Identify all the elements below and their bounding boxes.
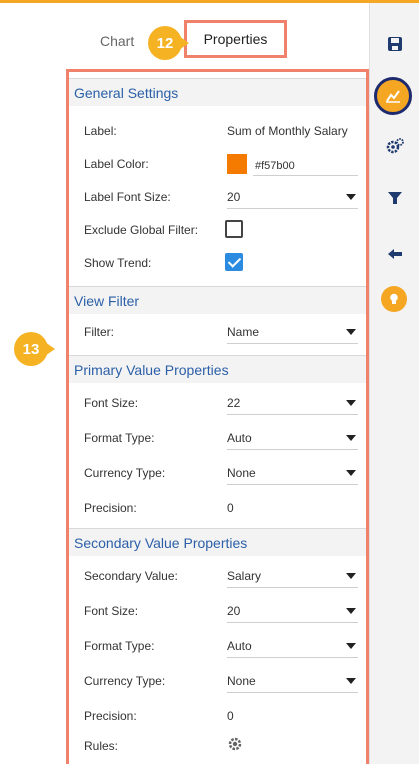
properties-panel: General Settings Label: Sum of Monthly S… [66,69,369,764]
row-secondary-format-type[interactable]: Format Type: Auto [69,630,366,663]
gear-icon[interactable] [227,736,243,757]
primary-format-type-select[interactable]: Auto [227,431,252,445]
row-secondary-currency-type[interactable]: Currency Type: None [69,665,366,698]
callout-badge-12: 12 [148,26,189,60]
primary-currency-type-text: Currency Type: [84,466,166,480]
tab-properties[interactable]: Properties [184,20,287,58]
tab-chart[interactable]: Chart [100,33,134,49]
label-text: Label: [84,124,117,138]
callout-12-text: 12 [156,34,174,52]
chevron-down-icon[interactable] [346,643,356,649]
select-underline [227,692,358,693]
row-show-trend: Show Trend: [69,247,366,280]
section-general-settings[interactable]: General Settings [69,78,366,106]
select-underline [227,622,358,623]
exclude-global-filter-text: Exclude Global Filter: [84,223,199,237]
secondary-format-type-text: Format Type: [84,639,155,653]
save-icon[interactable] [380,29,410,59]
settings-icon[interactable] [380,131,410,161]
callout-badge-13: 13 [14,332,55,366]
select-underline [227,414,358,415]
left-margin [0,3,66,764]
callout-13-text: 13 [22,340,40,358]
row-primary-currency-type[interactable]: Currency Type: None [69,457,366,490]
secondary-font-size-select[interactable]: 20 [227,604,240,618]
row-primary-format-type[interactable]: Format Type: Auto [69,422,366,455]
label-color-text: Label Color: [84,157,149,171]
label-color-swatch[interactable] [227,154,247,174]
secondary-precision-text: Precision: [84,709,137,723]
primary-precision-input[interactable]: 0 [227,501,234,515]
row-filter[interactable]: Filter: Name [69,316,366,349]
primary-format-type-text: Format Type: [84,431,155,445]
filter-icon[interactable] [380,183,410,213]
secondary-currency-type-text: Currency Type: [84,674,166,688]
chevron-down-icon[interactable] [346,400,356,406]
right-toolbar [369,3,419,764]
row-secondary-font-size[interactable]: Font Size: 20 [69,595,366,628]
chevron-down-icon[interactable] [346,329,356,335]
chevron-down-icon[interactable] [346,435,356,441]
show-trend-text: Show Trend: [84,256,152,270]
row-label-font-size[interactable]: Label Font Size: 20 [69,181,366,214]
row-secondary-value[interactable]: Secondary Value: Salary [69,560,366,593]
chart-icon[interactable] [374,77,412,115]
select-underline [227,484,358,485]
label-color-value[interactable]: #f57b00 [255,160,295,172]
tab-properties-label: Properties [203,31,268,47]
select-underline [227,657,358,658]
color-underline [253,175,358,176]
filter-select[interactable]: Name [227,325,259,339]
secondary-precision-input[interactable]: 0 [227,709,234,723]
select-underline [227,587,358,588]
label-font-size-text: Label Font Size: [84,190,171,204]
secondary-format-type-select[interactable]: Auto [227,639,252,653]
secondary-value-text: Secondary Value: [84,569,178,583]
bulb-icon[interactable] [381,286,407,312]
select-underline [227,449,358,450]
secondary-currency-type-select[interactable]: None [227,674,256,688]
secondary-value-select[interactable]: Salary [227,569,261,583]
primary-font-size-select[interactable]: 22 [227,396,240,410]
chevron-down-icon[interactable] [346,573,356,579]
row-label-color: Label Color: #f57b00 [69,148,366,181]
chevron-down-icon[interactable] [346,470,356,476]
row-rules: Rules: [69,730,366,763]
section-view-filter[interactable]: View Filter [69,286,366,314]
rules-text: Rules: [84,739,119,753]
filter-text: Filter: [84,325,114,339]
secondary-font-size-text: Font Size: [84,604,139,618]
show-trend-checkbox[interactable] [225,253,243,271]
select-underline [227,208,358,209]
section-primary-value-properties[interactable]: Primary Value Properties [69,355,366,383]
row-exclude-global-filter: Exclude Global Filter: [69,214,366,247]
chevron-down-icon[interactable] [346,194,356,200]
row-secondary-precision: Precision: 0 [69,700,366,733]
chevron-down-icon[interactable] [346,608,356,614]
primary-precision-text: Precision: [84,501,137,515]
exclude-global-filter-checkbox[interactable] [225,220,243,238]
primary-font-size-text: Font Size: [84,396,139,410]
back-arrow-icon[interactable] [380,239,410,269]
primary-currency-type-select[interactable]: None [227,466,256,480]
chevron-down-icon[interactable] [346,678,356,684]
tab-bar: Chart Properties [66,3,369,71]
section-secondary-value-properties[interactable]: Secondary Value Properties [69,528,366,556]
row-primary-precision: Precision: 0 [69,492,366,525]
row-primary-font-size[interactable]: Font Size: 22 [69,387,366,420]
select-underline [227,343,358,344]
row-label: Label: Sum of Monthly Salary [69,115,366,148]
label-font-size-select[interactable]: 20 [227,190,240,204]
label-input[interactable]: Sum of Monthly Salary [227,124,348,138]
